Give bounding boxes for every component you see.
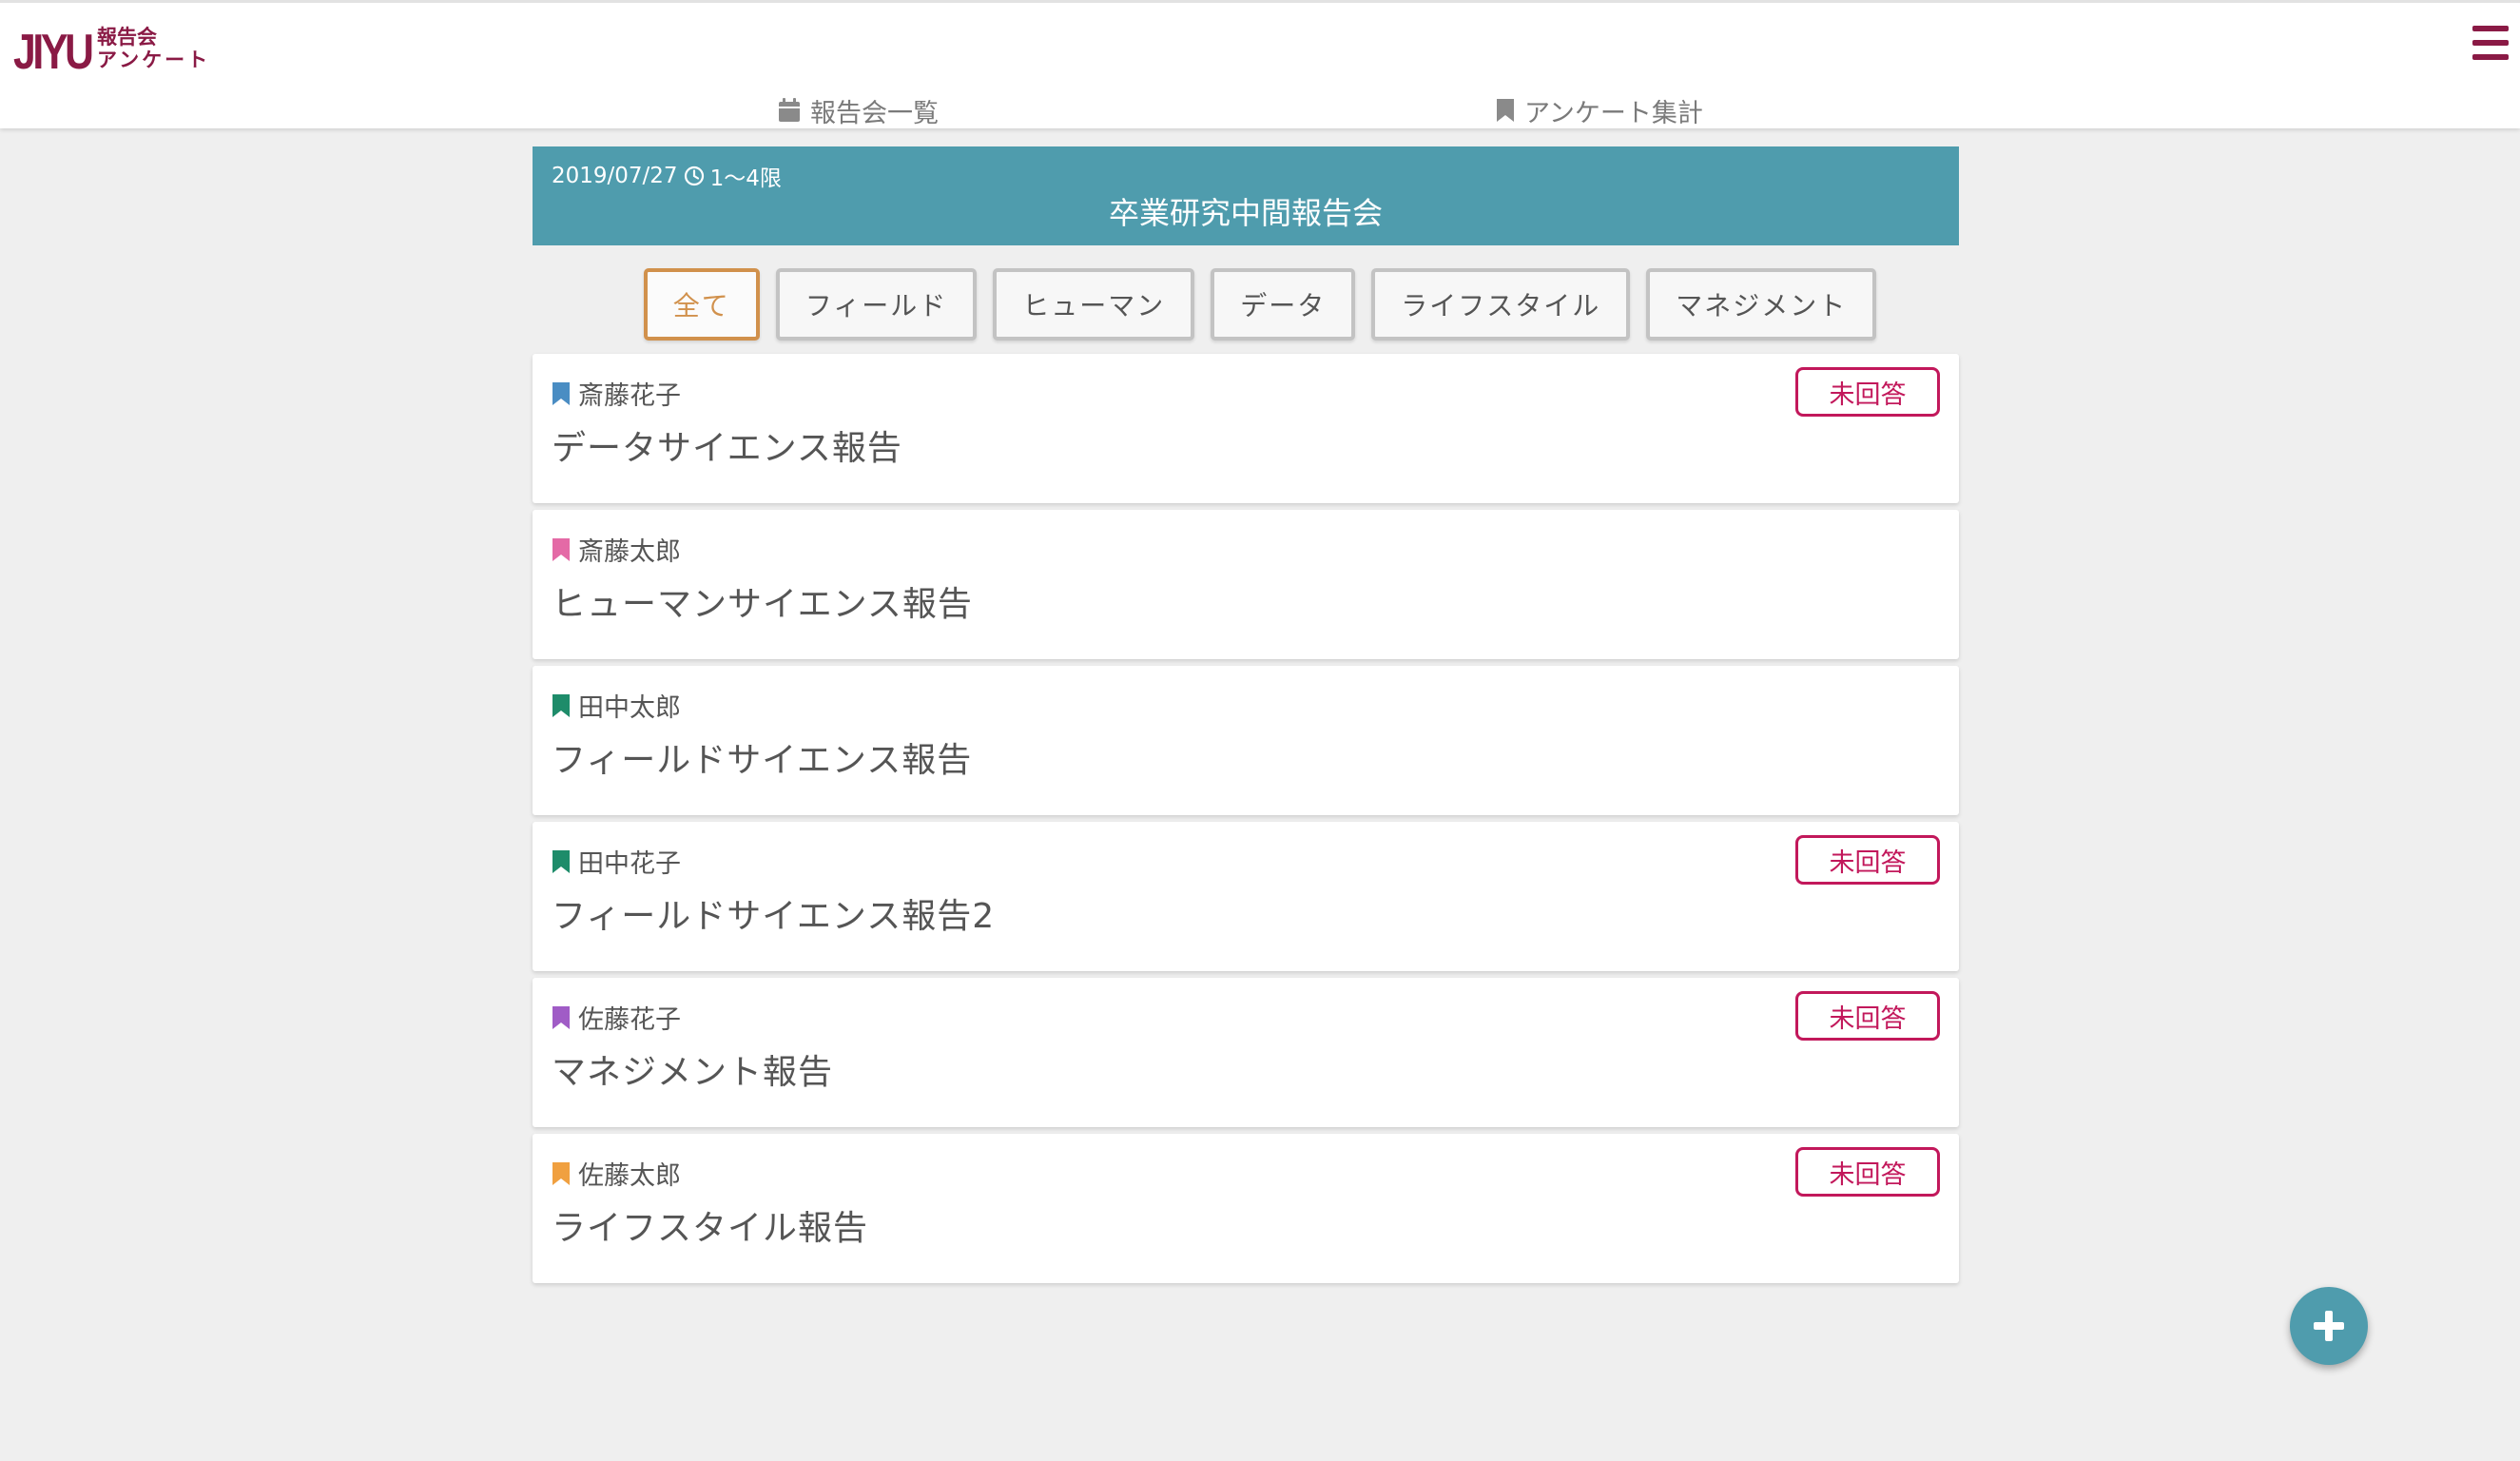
category-filter-bar: 全て フィールド ヒューマン データ ライフスタイル マネジメント: [0, 268, 2520, 341]
filter-management-button[interactable]: マネジメント: [1646, 268, 1877, 341]
status-badge-unanswered: 未回答: [1795, 991, 1940, 1041]
presenter-row: 田中太郎: [552, 687, 681, 724]
report-title: ライフスタイル報告: [552, 1209, 869, 1248]
report-card[interactable]: 佐藤花子 マネジメント報告 未回答: [533, 978, 1959, 1127]
presenter-row: 佐藤花子: [552, 999, 681, 1036]
report-card[interactable]: 田中花子 フィールドサイエンス報告2 未回答: [533, 822, 1959, 971]
event-title: 卒業研究中間報告会: [1108, 195, 1383, 231]
bookmark-icon: [552, 537, 570, 561]
logo-wordmark: JIYU: [13, 25, 94, 80]
presenter-name: 斎藤花子: [578, 381, 681, 411]
report-title: マネジメント報告: [552, 1053, 834, 1092]
presenter-name: 田中太郎: [578, 693, 681, 723]
presenter-name: 斎藤太郎: [578, 537, 681, 567]
report-title: データサイエンス報告: [552, 429, 902, 468]
report-title: フィールドサイエンス報告2: [552, 897, 996, 936]
bookmark-icon: [552, 693, 570, 717]
report-card[interactable]: 佐藤太郎 ライフスタイル報告 未回答: [533, 1134, 1959, 1283]
presenter-name: 田中花子: [578, 849, 681, 879]
hamburger-menu-icon[interactable]: [2472, 26, 2509, 60]
plus-icon: [2314, 1311, 2344, 1341]
add-report-button[interactable]: [2290, 1287, 2368, 1365]
bookmark-icon: [552, 1005, 570, 1029]
bookmark-icon: [552, 849, 570, 873]
bookmark-icon: [1497, 99, 1514, 122]
event-date: 2019/07/27: [552, 164, 678, 188]
filter-lifestyle-button[interactable]: ライフスタイル: [1371, 268, 1631, 341]
filter-human-button[interactable]: ヒューマン: [993, 268, 1195, 341]
report-title: ヒューマンサイエンス報告: [552, 585, 973, 624]
status-badge-unanswered: 未回答: [1795, 835, 1940, 885]
status-badge-unanswered: 未回答: [1795, 1147, 1940, 1197]
filter-data-button[interactable]: データ: [1211, 268, 1356, 341]
nav-report-list-label: 報告会一覧: [810, 98, 939, 128]
app-header: JIYU 報告会 アンケート 報告会一覧 アンケート集計: [0, 0, 2520, 128]
report-card[interactable]: 斎藤花子 データサイエンス報告 未回答: [533, 354, 1959, 503]
filter-all-button[interactable]: 全て: [643, 268, 760, 341]
nav-survey-summary[interactable]: アンケート集計: [1496, 92, 1703, 128]
report-card[interactable]: 田中太郎 フィールドサイエンス報告: [533, 666, 1959, 815]
event-meta: 2019/07/27 1〜4限: [552, 160, 782, 192]
presenter-row: 斎藤太郎: [552, 531, 681, 568]
bookmark-icon: [552, 381, 570, 405]
filter-field-button[interactable]: フィールド: [775, 268, 978, 341]
presenter-row: 佐藤太郎: [552, 1155, 681, 1192]
bookmark-icon: [552, 1161, 570, 1185]
status-badge-unanswered: 未回答: [1795, 367, 1940, 417]
calendar-icon: [779, 98, 800, 122]
report-card[interactable]: 斎藤太郎 ヒューマンサイエンス報告: [533, 510, 1959, 659]
logo-subtitle-line1: 報告会: [97, 26, 157, 49]
nav-survey-summary-label: アンケート集計: [1524, 98, 1703, 128]
event-banner: 2019/07/27 1〜4限 卒業研究中間報告会: [533, 146, 1959, 245]
presenter-row: 田中花子: [552, 843, 681, 880]
report-title: フィールドサイエンス報告: [552, 741, 973, 780]
logo-subtitle-line2: アンケート: [97, 49, 211, 71]
report-list: 斎藤花子 データサイエンス報告 未回答 斎藤太郎 ヒューマンサイエンス報告 田中…: [533, 354, 1959, 1283]
nav-report-list[interactable]: 報告会一覧: [778, 92, 939, 128]
presenter-name: 佐藤花子: [578, 1005, 681, 1035]
clock-icon: [684, 166, 704, 186]
presenter-row: 斎藤花子: [552, 375, 681, 412]
presenter-name: 佐藤太郎: [578, 1161, 681, 1191]
event-period: 1〜4限: [709, 166, 782, 191]
